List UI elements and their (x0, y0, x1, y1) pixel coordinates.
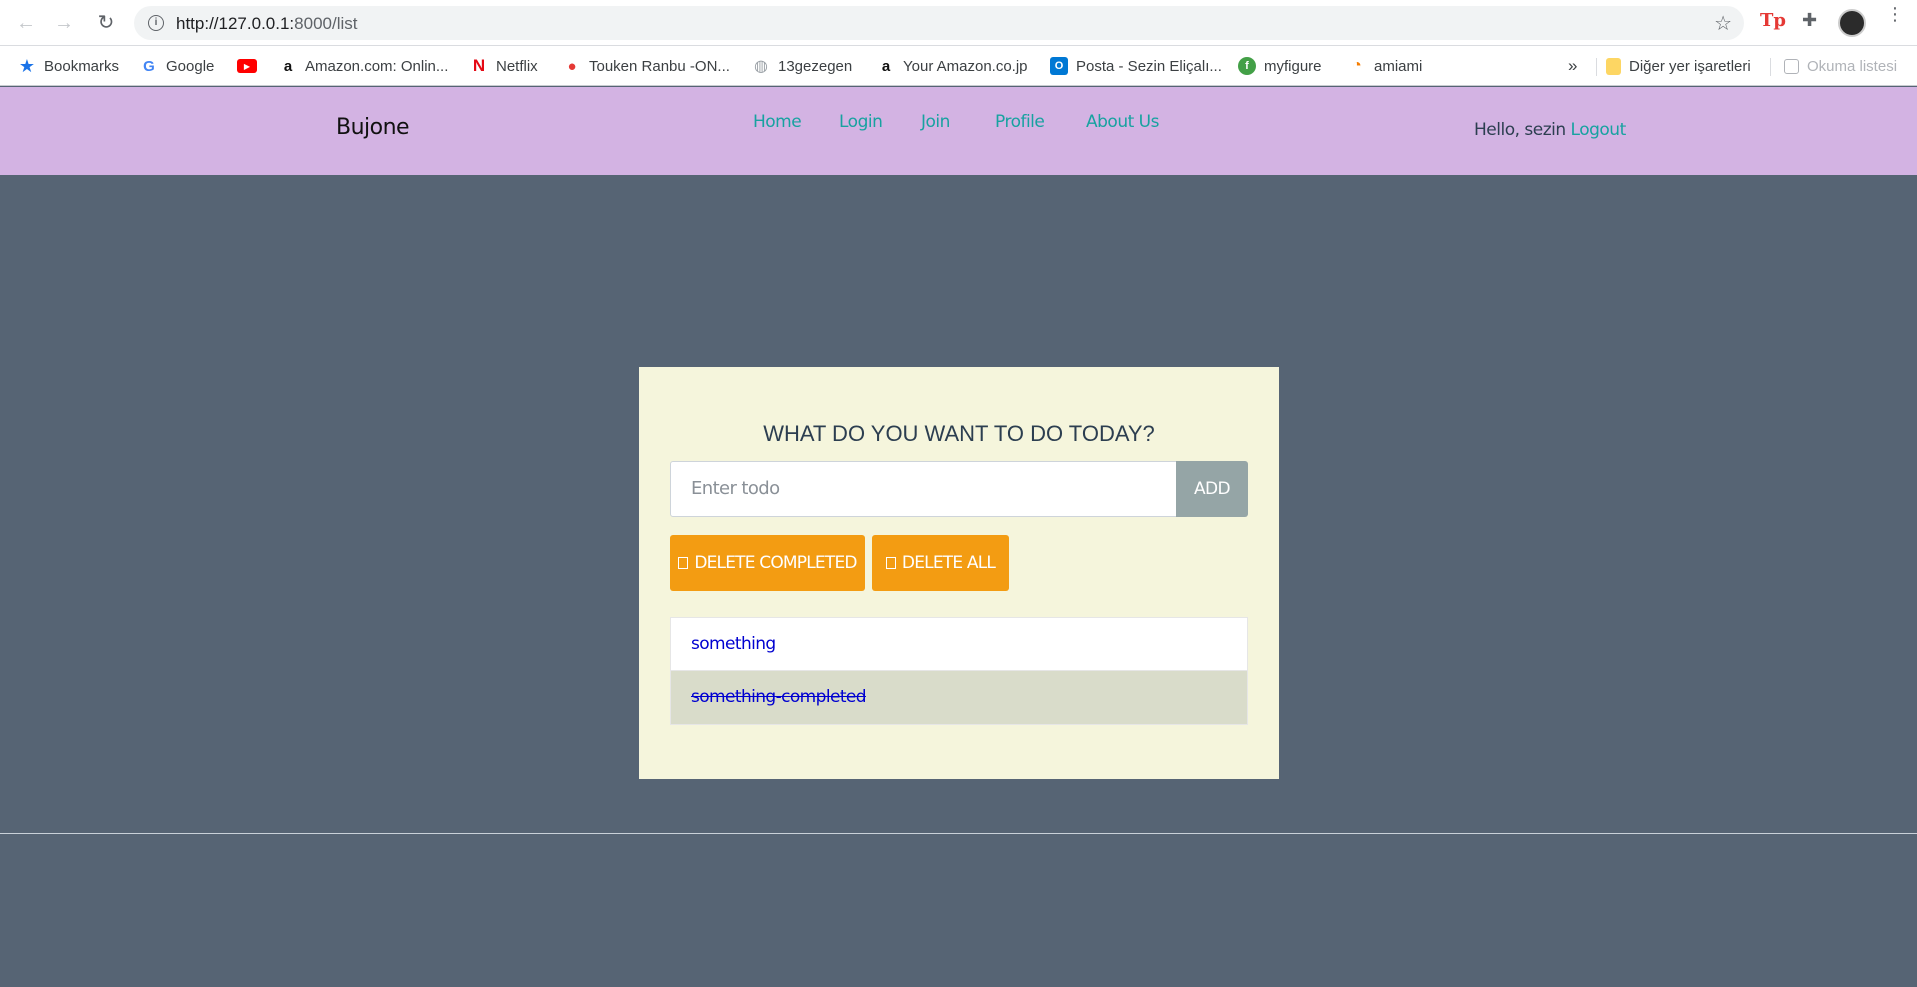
bookmark-item[interactable]: ★ Bookmarks (18, 54, 119, 78)
bookmarks-bar: ★ Bookmarks G Google ▶ a Amazon.com: Onlin.… (0, 46, 1917, 86)
trash-icon (885, 557, 896, 569)
bookmark-item[interactable]: O Posta - Sezin Eliçalı... (1050, 54, 1222, 78)
bookmark-label: Amazon.com: Onlin... (305, 57, 449, 75)
add-button[interactable]: ADD (1176, 461, 1248, 517)
other-bookmarks-folder[interactable]: Diğer yer işaretleri (1606, 54, 1751, 78)
user-greeting: Hello, sezin Logout (1474, 120, 1626, 140)
reading-list-label: Okuma listesi (1807, 57, 1898, 75)
site-navbar: Bujone Home Login Join Profile About Us … (0, 87, 1917, 175)
bookmark-item[interactable]: f myfigure (1238, 54, 1322, 78)
greeting-text: Hello, sezin (1474, 120, 1566, 140)
netflix-icon: N (472, 56, 486, 75)
folder-icon (1606, 57, 1621, 75)
bookmark-item[interactable]: a Amazon.com: Onlin... (279, 54, 449, 78)
bookmark-item[interactable]: N Netflix (470, 54, 538, 78)
bookmark-item[interactable]: G Google (140, 54, 214, 78)
bookmarks-divider (1596, 58, 1597, 76)
nav-link-home[interactable]: Home (753, 112, 802, 132)
bookmark-label: Bookmarks (44, 57, 120, 75)
bookmark-label: Posta - Sezin Eliçalı... (1076, 57, 1222, 75)
bookmark-label: myfigure (1264, 57, 1322, 75)
amazon-icon: a (881, 57, 891, 75)
nav-link-about-us[interactable]: About Us (1086, 112, 1159, 132)
bookmark-item[interactable]: ◔ amiami (1348, 54, 1422, 78)
bookmark-item[interactable]: ● Touken Ranbu -ON... (563, 54, 730, 78)
footer-divider (0, 833, 1917, 834)
browser-toolbar: ← → ↻ i http://127.0.0.1:8000/list ☆ Tp … (0, 0, 1917, 46)
delete-completed-label: DELETE COMPLETED (694, 553, 857, 573)
bookmark-label: Netflix (496, 57, 538, 75)
url-text[interactable]: http://127.0.0.1:8000/list (176, 14, 357, 34)
bookmarks-overflow-button[interactable]: » (1568, 54, 1577, 78)
amiami-icon: ◔ (1352, 57, 1362, 74)
amazon-icon: a (283, 57, 293, 75)
bookmark-star-icon[interactable]: ☆ (1714, 11, 1732, 36)
myfigure-icon: f (1238, 57, 1256, 75)
outlook-icon: O (1050, 57, 1068, 75)
bookmark-label: 13gezegen (778, 57, 853, 75)
url-host: http://127.0.0.1: (176, 14, 295, 33)
bookmark-label: Your Amazon.co.jp (903, 57, 1028, 75)
bookmark-label: Touken Ranbu -ON... (589, 57, 730, 75)
reading-list-button[interactable]: Okuma listesi (1784, 54, 1897, 78)
url-path: 8000/list (294, 14, 358, 33)
bookmarks-divider (1770, 58, 1771, 76)
back-icon[interactable]: ← (14, 11, 38, 35)
trash-icon (678, 557, 689, 569)
todo-item[interactable]: something (670, 617, 1248, 671)
nav-link-profile[interactable]: Profile (995, 112, 1045, 132)
browser-chrome: ← → ↻ i http://127.0.0.1:8000/list ☆ Tp … (0, 0, 1917, 86)
todo-card: WHAT DO YOU WANT TO DO TODAY? Enter todo… (639, 367, 1279, 779)
tp-extension-icon[interactable]: Tp (1760, 10, 1786, 31)
bookmark-item[interactable]: ◍ 13gezegen (752, 54, 852, 78)
address-bar[interactable]: i http://127.0.0.1:8000/list ☆ (134, 6, 1744, 40)
bookmark-label: Google (166, 57, 215, 75)
site-info-icon[interactable]: i (148, 15, 164, 31)
todo-item-completed[interactable]: something-completed (670, 671, 1248, 725)
logout-link[interactable]: Logout (1571, 120, 1627, 140)
google-icon: G (143, 57, 155, 75)
youtube-icon: ▶ (237, 59, 257, 73)
profile-avatar[interactable] (1838, 9, 1866, 37)
reload-icon[interactable]: ↻ (94, 11, 118, 35)
touken-icon: ● (567, 57, 577, 75)
bookmark-item[interactable]: ▶ (237, 54, 265, 78)
delete-completed-button[interactable]: DELETE COMPLETED (670, 535, 865, 591)
nav-link-join[interactable]: Join (921, 112, 950, 132)
todo-heading: WHAT DO YOU WANT TO DO TODAY? (763, 421, 1155, 446)
brand-logo[interactable]: Bujone (336, 115, 410, 140)
bookmark-item[interactable]: a Your Amazon.co.jp (877, 54, 1028, 78)
delete-all-label: DELETE ALL (901, 553, 996, 573)
puzzle-extensions-icon[interactable]: ✚ (1802, 10, 1817, 31)
bookmark-label: Diğer yer işaretleri (1629, 57, 1751, 75)
todo-list: something something-completed (670, 617, 1248, 725)
chrome-menu-icon[interactable]: ⋮ (1886, 5, 1904, 23)
delete-all-button[interactable]: DELETE ALL (872, 535, 1009, 591)
globe-icon: ◍ (754, 58, 768, 75)
reading-list-icon (1784, 58, 1799, 74)
star-icon: ★ (18, 55, 36, 76)
forward-icon[interactable]: → (52, 11, 76, 35)
todo-input[interactable]: Enter todo (670, 461, 1178, 517)
bookmark-label: amiami (1374, 57, 1423, 75)
nav-link-login[interactable]: Login (839, 112, 883, 132)
